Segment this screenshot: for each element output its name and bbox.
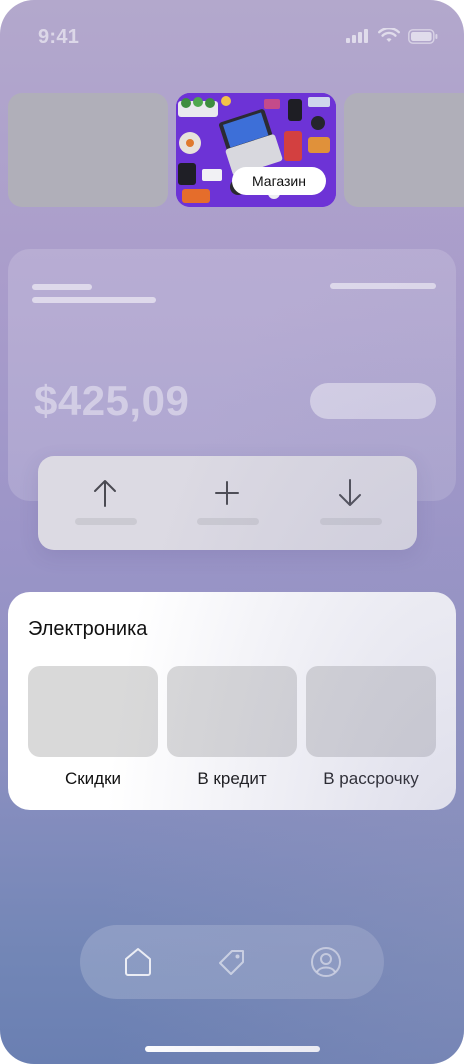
placeholder-line <box>32 297 156 303</box>
action-label-placeholder <box>197 518 259 525</box>
category-discounts[interactable]: Скидки <box>28 666 158 789</box>
balance-amount: $425,09 <box>34 377 190 424</box>
signal-icon <box>346 29 368 43</box>
status-icons <box>346 28 438 44</box>
tag-icon <box>219 950 244 975</box>
category-credit[interactable]: В кредит <box>167 666 297 789</box>
receive-action[interactable] <box>295 456 405 550</box>
send-action[interactable] <box>50 456 160 550</box>
plus-icon <box>215 481 239 505</box>
nav-home[interactable] <box>121 945 155 979</box>
arrow-up-icon <box>94 480 116 507</box>
nav-offers[interactable] <box>215 945 249 979</box>
quick-actions <box>38 456 417 550</box>
add-action[interactable] <box>172 456 282 550</box>
electronics-section: Электроника Скидки В кредит В рассрочку <box>8 592 456 810</box>
carousel-tile-left[interactable] <box>8 93 168 207</box>
category-installments[interactable]: В рассрочку <box>306 666 436 789</box>
profile-icon <box>311 947 341 977</box>
action-label-placeholder <box>320 518 382 525</box>
app-screen: 9:41 Магазин $425,09 Электроника Скидки … <box>0 0 464 1064</box>
action-label-placeholder <box>75 518 137 525</box>
placeholder-line <box>330 283 436 289</box>
placeholder-line <box>32 284 92 290</box>
wifi-icon <box>378 28 400 42</box>
carousel-tile-store[interactable]: Магазин <box>176 93 336 207</box>
arrow-down-icon <box>339 479 361 506</box>
store-label: Магазин <box>231 167 326 195</box>
category-label: В кредит <box>197 769 267 788</box>
balance-action-button[interactable] <box>310 383 436 419</box>
category-label: Скидки <box>64 769 122 788</box>
home-icon <box>125 948 151 976</box>
nav-profile[interactable] <box>309 945 343 979</box>
bottom-nav <box>80 925 384 999</box>
section-title: Электроника <box>28 618 148 640</box>
battery-icon <box>408 28 438 44</box>
status-time: 9:41 <box>38 26 80 48</box>
category-thumbnail <box>306 666 436 757</box>
status-bar: 9:41 <box>0 0 464 80</box>
category-thumbnail <box>28 666 158 757</box>
carousel-tile-right[interactable] <box>344 93 464 207</box>
category-thumbnail <box>167 666 297 757</box>
home-indicator[interactable] <box>145 1046 320 1052</box>
category-label: В рассрочку <box>323 769 419 788</box>
